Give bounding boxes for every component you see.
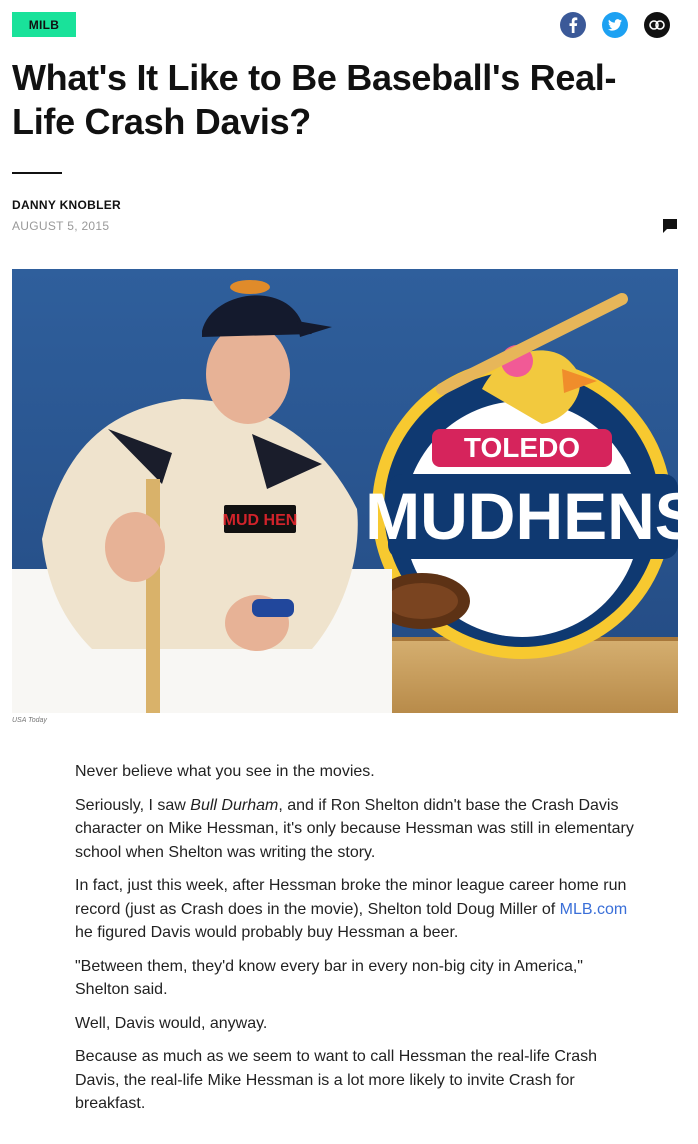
paragraph-2-part-1: Seriously, I saw xyxy=(75,796,191,814)
share-bar xyxy=(560,12,670,38)
jersey-text: MUD HEN xyxy=(223,512,298,529)
paragraph-2: Seriously, I saw Bull Durham, and if Ron… xyxy=(75,794,635,865)
link-icon[interactable] xyxy=(644,12,670,38)
logo-top-text: TOLEDO xyxy=(464,432,580,463)
article-body: Never believe what you see in the movies… xyxy=(75,760,635,1126)
author-name[interactable]: DANNY KNOBLER xyxy=(12,198,121,212)
paragraph-3: In fact, just this week, after Hessman b… xyxy=(75,874,635,945)
paragraph-5: Well, Davis would, anyway. xyxy=(75,1014,268,1032)
logo-bottom-text: MUDHENS xyxy=(365,479,678,553)
image-credit: USA Today xyxy=(12,717,47,724)
paragraph-3-part-2: he figured Davis would probably buy Hess… xyxy=(75,924,459,941)
twitter-icon[interactable] xyxy=(602,12,628,38)
movie-title: Bull Durham xyxy=(190,796,279,814)
paragraph-3-part-1: In fact, just this week, after Hessman b… xyxy=(75,877,627,918)
comment-icon[interactable] xyxy=(662,218,678,239)
category-badge[interactable]: MILB xyxy=(12,12,76,37)
paragraph-6: Because as much as we seem to want to ca… xyxy=(75,1048,598,1112)
facebook-icon[interactable] xyxy=(560,12,586,38)
publish-date: AUGUST 5, 2015 xyxy=(12,219,110,233)
title-divider xyxy=(12,172,62,174)
hero-image: TOLEDO MUDHENS MUD HEN xyxy=(12,269,678,713)
paragraph-4: "Between them, they'd know every bar in … xyxy=(75,957,583,999)
article-title: What's It Like to Be Baseball's Real-Lif… xyxy=(12,57,617,142)
paragraph-1: Never believe what you see in the movies… xyxy=(75,763,375,780)
mlb-link[interactable]: MLB.com xyxy=(560,901,628,918)
